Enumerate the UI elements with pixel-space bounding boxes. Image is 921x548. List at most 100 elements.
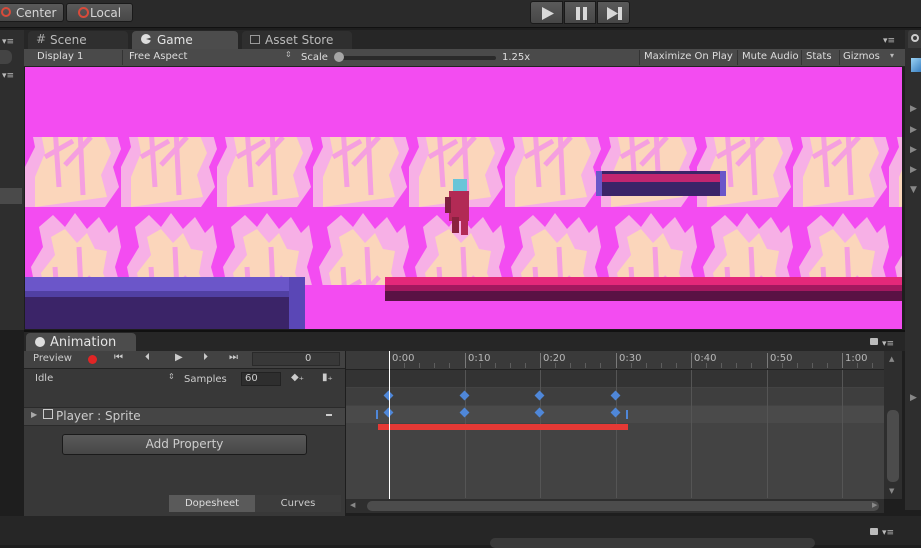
dopesheet-button[interactable]: Dopesheet	[169, 495, 255, 512]
view-menu-icon[interactable]: ▾≡	[883, 36, 895, 46]
right-panel-tab[interactable]	[908, 30, 921, 48]
search-icon	[911, 34, 919, 42]
property-label: Player : Sprite	[56, 409, 141, 423]
grid-line	[540, 370, 541, 498]
ruler-tick	[842, 353, 843, 368]
left-panel-menu-icon-2[interactable]: ▾≡	[2, 71, 14, 81]
tab-game[interactable]: Game	[132, 31, 238, 50]
expand-arrow-icon-6[interactable]: ▶	[910, 393, 917, 403]
lock-icon[interactable]	[870, 338, 878, 345]
left-panel-menu-icon[interactable]: ▾≡	[2, 37, 14, 47]
ruler-minor-tick	[495, 363, 496, 368]
tab-scene[interactable]: # Scene	[28, 31, 128, 49]
bottom-menu-icon[interactable]: ▾≡	[882, 528, 894, 538]
clip-end-marker	[626, 410, 628, 419]
pivot-center-button[interactable]: Center	[0, 3, 64, 22]
highlight-bar	[378, 424, 628, 430]
scale-slider-thumb[interactable]	[334, 52, 344, 62]
frame-value: 0	[305, 353, 312, 364]
ruler-minor-tick	[434, 363, 435, 368]
aspect-label: Free Aspect	[129, 51, 188, 62]
scroll-up-icon[interactable]: ▲	[889, 355, 894, 363]
ruler-minor-tick	[585, 363, 586, 368]
gizmos-dropdown[interactable]: Gizmos ▾	[839, 50, 902, 65]
add-event-icon[interactable]: ▮₊	[322, 372, 333, 383]
ruler-minor-tick	[631, 363, 632, 368]
expand-arrow-icon-4[interactable]: ▶	[910, 165, 917, 175]
maximize-on-play-toggle[interactable]: Maximize On Play	[639, 50, 736, 65]
step-icon	[607, 7, 622, 20]
game-viewport[interactable]	[25, 67, 902, 329]
expand-arrow-icon-3[interactable]: ▶	[910, 145, 917, 155]
grid-line	[842, 370, 843, 498]
sprite-icon	[43, 409, 53, 419]
curves-button[interactable]: Curves	[255, 495, 341, 512]
grid-icon: #	[36, 32, 47, 46]
bottom-lock-icon[interactable]	[870, 528, 878, 535]
expand-arrow-icon-1[interactable]: ▶	[910, 104, 917, 114]
chevron-down-icon: ▾	[890, 51, 895, 60]
first-key-icon[interactable]: ⏮	[114, 352, 123, 363]
grid-line	[465, 370, 466, 498]
ruler-minor-tick	[736, 363, 737, 368]
preview-toggle[interactable]: Preview	[27, 352, 77, 367]
display-dropdown[interactable]: Display 1	[28, 50, 118, 65]
clip-dropdown[interactable]: Idle ⇕	[28, 372, 178, 387]
ruler-minor-tick	[827, 363, 828, 368]
pause-icon	[576, 7, 587, 20]
ruler-minor-tick	[449, 363, 450, 368]
timeline-ruler[interactable]	[346, 351, 884, 370]
pause-button[interactable]	[564, 1, 596, 24]
samples-field[interactable]: 60	[241, 372, 281, 386]
mute-audio-toggle[interactable]: Mute Audio	[737, 50, 800, 65]
tab-animation[interactable]: Animation	[26, 333, 136, 351]
scale-slider-track[interactable]	[336, 56, 496, 60]
add-property-label: Add Property	[145, 437, 224, 451]
cube-icon	[911, 58, 921, 72]
tab-asset-store[interactable]: Asset Store	[242, 31, 352, 49]
expand-arrow-icon-2[interactable]: ▶	[910, 125, 917, 135]
aspect-dropdown[interactable]: Free Aspect ⇕	[122, 50, 295, 65]
add-keyframe-icon[interactable]: ◆₊	[291, 372, 304, 383]
clip-start-marker	[376, 410, 378, 419]
scale-value: 1.25x	[502, 52, 531, 63]
play-anim-icon[interactable]: ▶	[175, 352, 183, 363]
play-button[interactable]	[530, 1, 563, 24]
animation-menu-icon[interactable]: ▾≡	[882, 339, 894, 349]
ruler-minor-tick	[404, 363, 405, 368]
expand-arrow-icon-5[interactable]: ▼	[910, 185, 917, 195]
animation-tab-label: Animation	[50, 335, 117, 350]
expand-arrow-icon[interactable]: ▶	[31, 410, 37, 419]
ruler-minor-tick	[782, 363, 783, 368]
timeline-hscroll-thumb[interactable]	[367, 501, 879, 511]
store-icon	[250, 35, 260, 44]
scroll-left-icon[interactable]: ◀	[350, 501, 355, 509]
ruler-tick	[691, 353, 692, 368]
step-button[interactable]	[597, 1, 630, 24]
playhead[interactable]	[389, 351, 390, 499]
ruler-minor-tick	[555, 363, 556, 368]
grid-line	[616, 370, 617, 498]
animation-tab-bar	[24, 332, 905, 351]
prev-key-icon[interactable]: ⏴	[145, 352, 150, 363]
tab-scene-label: Scene	[50, 33, 87, 47]
timeline-vscroll-thumb[interactable]	[887, 410, 899, 482]
add-property-button[interactable]: Add Property	[62, 434, 307, 455]
space-local-button[interactable]: Local	[66, 3, 133, 22]
right-panel-strip	[905, 30, 921, 510]
pivot-label: Center	[16, 6, 57, 20]
top-toolbar	[0, 0, 921, 28]
bottom-search-field[interactable]	[490, 538, 815, 548]
scroll-right-icon[interactable]: ▶	[872, 501, 877, 509]
stats-toggle[interactable]: Stats	[801, 50, 838, 65]
record-icon[interactable]	[88, 355, 97, 364]
property-options-icon[interactable]	[326, 414, 332, 416]
ruler-minor-tick	[797, 363, 798, 368]
left-panel-scroll[interactable]	[0, 50, 12, 64]
last-key-icon[interactable]: ⏭	[229, 352, 238, 363]
pivot-icon	[1, 7, 11, 17]
frame-field[interactable]: 0	[252, 352, 340, 366]
next-key-icon[interactable]: ⏵	[203, 352, 208, 363]
ruler-minor-tick	[525, 363, 526, 368]
scroll-down-icon[interactable]: ▼	[889, 487, 894, 495]
